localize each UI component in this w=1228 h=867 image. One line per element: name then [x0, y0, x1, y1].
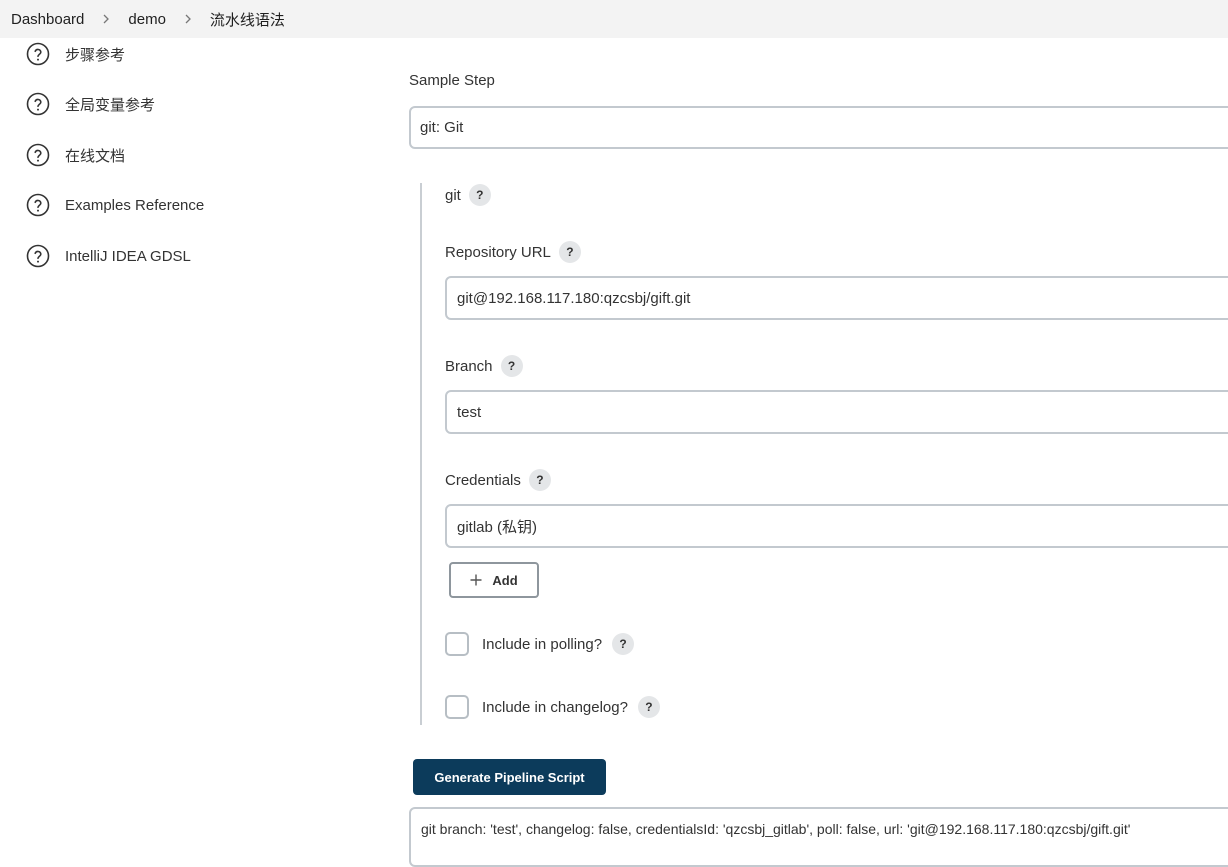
- pipeline-script-output[interactable]: git branch: 'test', changelog: false, cr…: [409, 807, 1228, 867]
- help-icon[interactable]: ?: [612, 633, 635, 655]
- sample-step-select[interactable]: git: Git: [409, 106, 1228, 149]
- include-changelog-row: Include in changelog? ?: [445, 695, 660, 719]
- git-section-label: git ?: [445, 184, 491, 206]
- add-credentials-button[interactable]: Add: [449, 562, 539, 598]
- repo-url-value: git@192.168.117.180:qzcsbj/gift.git: [457, 289, 691, 307]
- sidebar-item-label: Examples Reference: [65, 196, 205, 214]
- sidebar-item-label: 在线文档: [65, 147, 126, 165]
- credentials-value: gitlab (私钥): [457, 518, 538, 536]
- help-icon[interactable]: ?: [528, 469, 551, 491]
- breadcrumb-pipeline-syntax[interactable]: 流水线语法: [210, 9, 285, 30]
- sidebar-item-examples-reference[interactable]: Examples Reference: [26, 192, 204, 218]
- help-circle-icon: [26, 244, 50, 268]
- chevron-right-icon: [84, 14, 128, 24]
- help-circle-icon: [26, 143, 50, 167]
- help-icon[interactable]: ?: [500, 355, 523, 377]
- sidebar-item-global-variables[interactable]: 全局变量参考: [26, 91, 155, 117]
- sample-step-value: git: Git: [420, 119, 464, 136]
- sidebar-item-label: 步骤参考: [65, 46, 126, 64]
- help-circle-icon: [26, 42, 50, 66]
- credentials-label-row: Credentials ?: [445, 469, 551, 491]
- branch-label-row: Branch ?: [445, 355, 523, 377]
- help-icon[interactable]: ?: [468, 184, 491, 206]
- breadcrumb-demo[interactable]: demo: [128, 11, 166, 28]
- help-icon[interactable]: ?: [637, 696, 660, 718]
- sidebar-item-online-docs[interactable]: 在线文档: [26, 142, 125, 168]
- repo-url-input[interactable]: git@192.168.117.180:qzcsbj/gift.git: [445, 276, 1228, 320]
- chevron-right-icon: [166, 14, 210, 24]
- repo-url-label: Repository URL: [445, 243, 551, 261]
- sidebar-item-label: IntelliJ IDEA GDSL: [65, 247, 191, 265]
- help-icon[interactable]: ?: [558, 241, 581, 263]
- include-changelog-label: Include in changelog?: [482, 698, 628, 716]
- generate-pipeline-script-button[interactable]: Generate Pipeline Script: [413, 759, 606, 795]
- include-polling-row: Include in polling? ?: [445, 632, 635, 656]
- sample-step-label: Sample Step: [409, 72, 495, 89]
- help-circle-icon: [26, 92, 50, 116]
- sidebar-item-intellij-gdsl[interactable]: IntelliJ IDEA GDSL: [26, 243, 191, 269]
- breadcrumb: Dashboard demo 流水线语法: [0, 0, 1228, 38]
- branch-label: Branch: [445, 357, 493, 375]
- credentials-label: Credentials: [445, 471, 521, 489]
- branch-input[interactable]: test: [445, 390, 1228, 434]
- nested-section-rail: [420, 183, 422, 725]
- sidebar-item-label: 全局变量参考: [65, 96, 156, 114]
- add-button-label: Add: [492, 572, 518, 588]
- credentials-select[interactable]: gitlab (私钥): [445, 504, 1228, 548]
- sidebar-item-steps-reference[interactable]: 步骤参考: [26, 41, 125, 67]
- repo-url-label-row: Repository URL ?: [445, 241, 581, 263]
- help-circle-icon: [26, 193, 50, 217]
- include-polling-checkbox[interactable]: [445, 632, 469, 656]
- branch-value: test: [457, 403, 482, 421]
- include-changelog-checkbox[interactable]: [445, 695, 469, 719]
- git-label: git: [445, 186, 461, 204]
- plus-icon: [470, 574, 482, 586]
- breadcrumb-dashboard[interactable]: Dashboard: [11, 11, 84, 28]
- include-polling-label: Include in polling?: [482, 635, 603, 653]
